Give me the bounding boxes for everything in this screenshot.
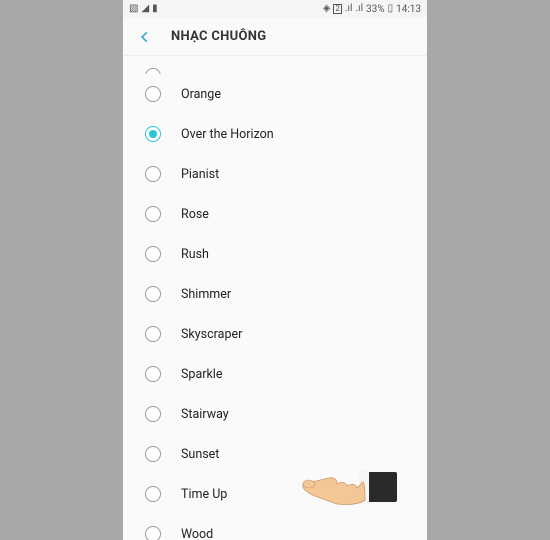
- radio-icon[interactable]: [145, 206, 161, 222]
- item-label: Sunset: [181, 447, 219, 462]
- item-label: Rose: [181, 207, 209, 222]
- radio-icon[interactable]: [145, 486, 161, 502]
- status-bar: ▧ ◢ ▮ ◈ 2 .ıl .ıl 33% ▯ 14:13: [123, 0, 427, 18]
- radio-icon[interactable]: [145, 406, 161, 422]
- notification-icon: ◢: [141, 4, 149, 14]
- radio-icon[interactable]: [145, 86, 161, 102]
- radio-icon[interactable]: [145, 366, 161, 382]
- battery-small-icon: ▮: [152, 4, 158, 14]
- clock: 14:13: [396, 4, 421, 15]
- back-button[interactable]: [133, 25, 157, 49]
- list-item[interactable]: Rush: [123, 234, 427, 274]
- status-left: ▧ ◢ ▮: [129, 4, 158, 14]
- status-right: ◈ 2 .ıl .ıl 33% ▯ 14:13: [323, 4, 421, 15]
- list-item[interactable]: Wood: [123, 514, 427, 540]
- item-label: Sparkle: [181, 367, 222, 382]
- item-label: Over the Horizon: [181, 127, 274, 142]
- ringtone-list[interactable]: Orange Over the Horizon Pianist Rose Rush Shi…: [123, 56, 427, 540]
- radio-icon[interactable]: [145, 526, 161, 540]
- chevron-left-icon: [138, 30, 152, 44]
- item-label: Time Up: [181, 487, 227, 502]
- item-label: Wood: [181, 527, 213, 540]
- list-item[interactable]: Shimmer: [123, 274, 427, 314]
- list-item[interactable]: Orange: [123, 74, 427, 114]
- battery-percent: 33%: [366, 4, 385, 15]
- radio-icon[interactable]: [145, 246, 161, 262]
- item-label: Rush: [181, 247, 209, 262]
- battery-icon: ▯: [388, 4, 394, 14]
- list-item[interactable]: Rose: [123, 194, 427, 234]
- radio-icon[interactable]: [145, 286, 161, 302]
- page-title: NHẠC CHUÔNG: [171, 29, 266, 44]
- signal-icon: .ıl: [345, 4, 353, 14]
- radio-icon[interactable]: [145, 166, 161, 182]
- list-item[interactable]: Stairway: [123, 394, 427, 434]
- list-item[interactable]: Pianist: [123, 154, 427, 194]
- list-item[interactable]: Sparkle: [123, 354, 427, 394]
- item-label: Pianist: [181, 167, 219, 182]
- list-item[interactable]: Over the Horizon: [123, 114, 427, 154]
- sim-icon: 2: [333, 4, 342, 14]
- header: NHẠC CHUÔNG: [123, 18, 427, 56]
- image-icon: ▧: [129, 4, 138, 14]
- signal-icon-2: .ıl: [355, 4, 363, 14]
- item-label: Stairway: [181, 407, 229, 422]
- item-label: Shimmer: [181, 287, 231, 302]
- list-item[interactable]: Sunset: [123, 434, 427, 474]
- item-label: Skyscraper: [181, 327, 242, 342]
- list-item[interactable]: Skyscraper: [123, 314, 427, 354]
- item-label: Orange: [181, 87, 221, 102]
- wifi-icon: ◈: [323, 4, 331, 14]
- radio-icon[interactable]: [145, 126, 161, 142]
- radio-icon[interactable]: [145, 446, 161, 462]
- radio-icon[interactable]: [145, 68, 161, 74]
- radio-icon[interactable]: [145, 326, 161, 342]
- list-item-partial[interactable]: [123, 56, 427, 74]
- phone-screen: ▧ ◢ ▮ ◈ 2 .ıl .ıl 33% ▯ 14:13 NHẠC CHUÔN…: [123, 0, 427, 540]
- list-item[interactable]: Time Up: [123, 474, 427, 514]
